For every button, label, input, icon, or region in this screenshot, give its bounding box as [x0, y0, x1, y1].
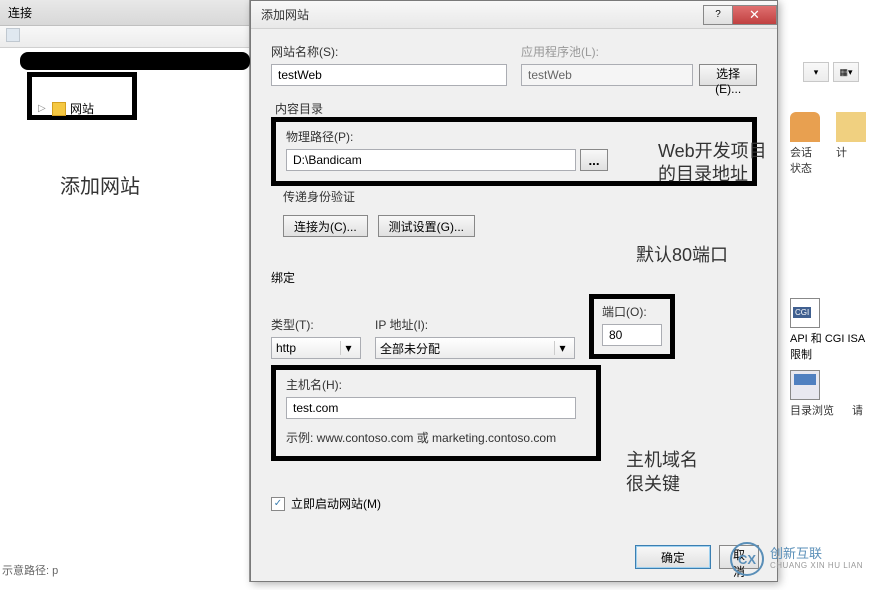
feature-compute[interactable]: 计: [836, 112, 866, 176]
feature-label: 计: [836, 144, 847, 160]
app-pool-input: [521, 64, 693, 86]
app-pool-label: 应用程序池(L):: [521, 43, 757, 60]
hostname-example: 示例: www.contoso.com 或 marketing.contoso.…: [286, 429, 586, 446]
gear-icon: [836, 112, 866, 142]
connections-panel: 连接 ▷ 网站 添加网站 示意路径: p: [0, 0, 250, 582]
add-website-dialog: 添加网站 ? ✕ 网站名称(S): 应用程序池(L): 选择(E)... 内容目…: [250, 0, 778, 582]
connect-as-button[interactable]: 连接为(C)...: [283, 215, 368, 237]
connections-header: 连接: [0, 0, 249, 26]
tool-icon[interactable]: [6, 28, 20, 42]
redacted-server-name: [20, 52, 250, 70]
site-name-label: 网站名称(S):: [271, 43, 507, 60]
annotation-hostname: 主机域名 很关键: [626, 426, 698, 496]
dialog-titlebar: 添加网站 ? ✕: [251, 1, 777, 29]
person-icon: [790, 112, 820, 142]
physical-path-input[interactable]: [286, 149, 576, 171]
connections-toolbar: [0, 26, 249, 48]
ip-value: 全部未分配: [380, 340, 440, 357]
feature-grid: 会话状态 计: [790, 112, 866, 176]
dialog-body: 网站名称(S): 应用程序池(L): 选择(E)... 内容目录 物理路径(P)…: [251, 29, 777, 526]
type-value: http: [276, 341, 296, 355]
binding-title: 绑定: [271, 269, 757, 286]
type-label: 类型(T):: [271, 316, 361, 333]
dialog-title: 添加网站: [261, 6, 309, 23]
hostname-input[interactable]: [286, 397, 576, 419]
feature-label: 请: [852, 402, 863, 418]
start-immediately-row[interactable]: ✓ 立即启动网站(M): [271, 495, 757, 512]
feature-session-state[interactable]: 会话状态: [790, 112, 822, 176]
logo-subtext: CHUANG XIN HU LIAN: [770, 562, 863, 571]
feature-label: API 和 CGI ISA: [790, 330, 865, 346]
start-immediately-checkbox[interactable]: ✓: [271, 497, 285, 511]
grid-view-button[interactable]: ▦▾: [833, 62, 859, 82]
watermark-logo: CX 创新互联 CHUANG XIN HU LIAN: [730, 542, 863, 576]
feature-label-2: 限制: [790, 346, 865, 362]
feature-label: 目录浏览: [790, 402, 834, 418]
help-button[interactable]: ?: [703, 5, 733, 25]
hostname-label: 主机名(H):: [286, 378, 342, 392]
passthrough-label: 传递身份验证: [283, 188, 757, 205]
view-dropdown[interactable]: ▾: [803, 62, 829, 82]
browse-icon: [790, 370, 820, 400]
status-path-label: 示意路径: p: [2, 562, 58, 578]
feature-dir-browse[interactable]: 目录浏览: [790, 370, 834, 418]
ip-label: IP 地址(I):: [375, 316, 575, 333]
expand-arrow-icon[interactable]: ▷: [38, 103, 46, 114]
physical-path-label: 物理路径(P):: [286, 130, 353, 144]
chevron-down-icon: ▾: [340, 341, 356, 355]
highlight-hostname: 主机名(H): 示例: www.contoso.com 或 marketing.…: [271, 365, 601, 461]
port-label: 端口(O):: [602, 303, 662, 320]
annotation-path: Web开发项目的目录地址: [658, 140, 778, 187]
logo-text: 创新互联: [770, 547, 863, 561]
tree-area: [0, 48, 249, 590]
site-name-input[interactable]: [271, 64, 507, 86]
logo-icon: CX: [730, 542, 764, 576]
window-buttons: ? ✕: [704, 5, 777, 25]
type-select[interactable]: http ▾: [271, 337, 361, 359]
start-immediately-label: 立即启动网站(M): [291, 495, 381, 512]
cgi-icon: [790, 298, 820, 328]
feature-label: 会话状态: [790, 144, 822, 176]
select-app-pool-button[interactable]: 选择(E)...: [699, 64, 757, 86]
ok-button[interactable]: 确定: [635, 545, 711, 569]
annotation-add-site: 添加网站: [60, 170, 140, 199]
close-button[interactable]: ✕: [732, 5, 777, 25]
ip-select[interactable]: 全部未分配 ▾: [375, 337, 575, 359]
annotation-port: 默认80端口: [636, 244, 728, 267]
view-controls: ▾ ▦▾: [803, 62, 859, 82]
sites-label: 网站: [70, 100, 94, 117]
highlight-port: 端口(O):: [589, 294, 675, 359]
feature-request[interactable]: 请: [852, 370, 863, 418]
feature-browse-row: 目录浏览 请: [790, 370, 863, 418]
globe-folder-icon: [52, 102, 66, 116]
tree-node-sites[interactable]: 网站: [52, 100, 94, 117]
feature-isapi-cgi[interactable]: API 和 CGI ISA 限制: [790, 298, 865, 362]
test-settings-button[interactable]: 测试设置(G)...: [378, 215, 475, 237]
content-dir-label: 内容目录: [275, 102, 323, 116]
port-input[interactable]: [602, 324, 662, 346]
chevron-down-icon: ▾: [554, 341, 570, 355]
browse-path-button[interactable]: ...: [580, 149, 608, 171]
